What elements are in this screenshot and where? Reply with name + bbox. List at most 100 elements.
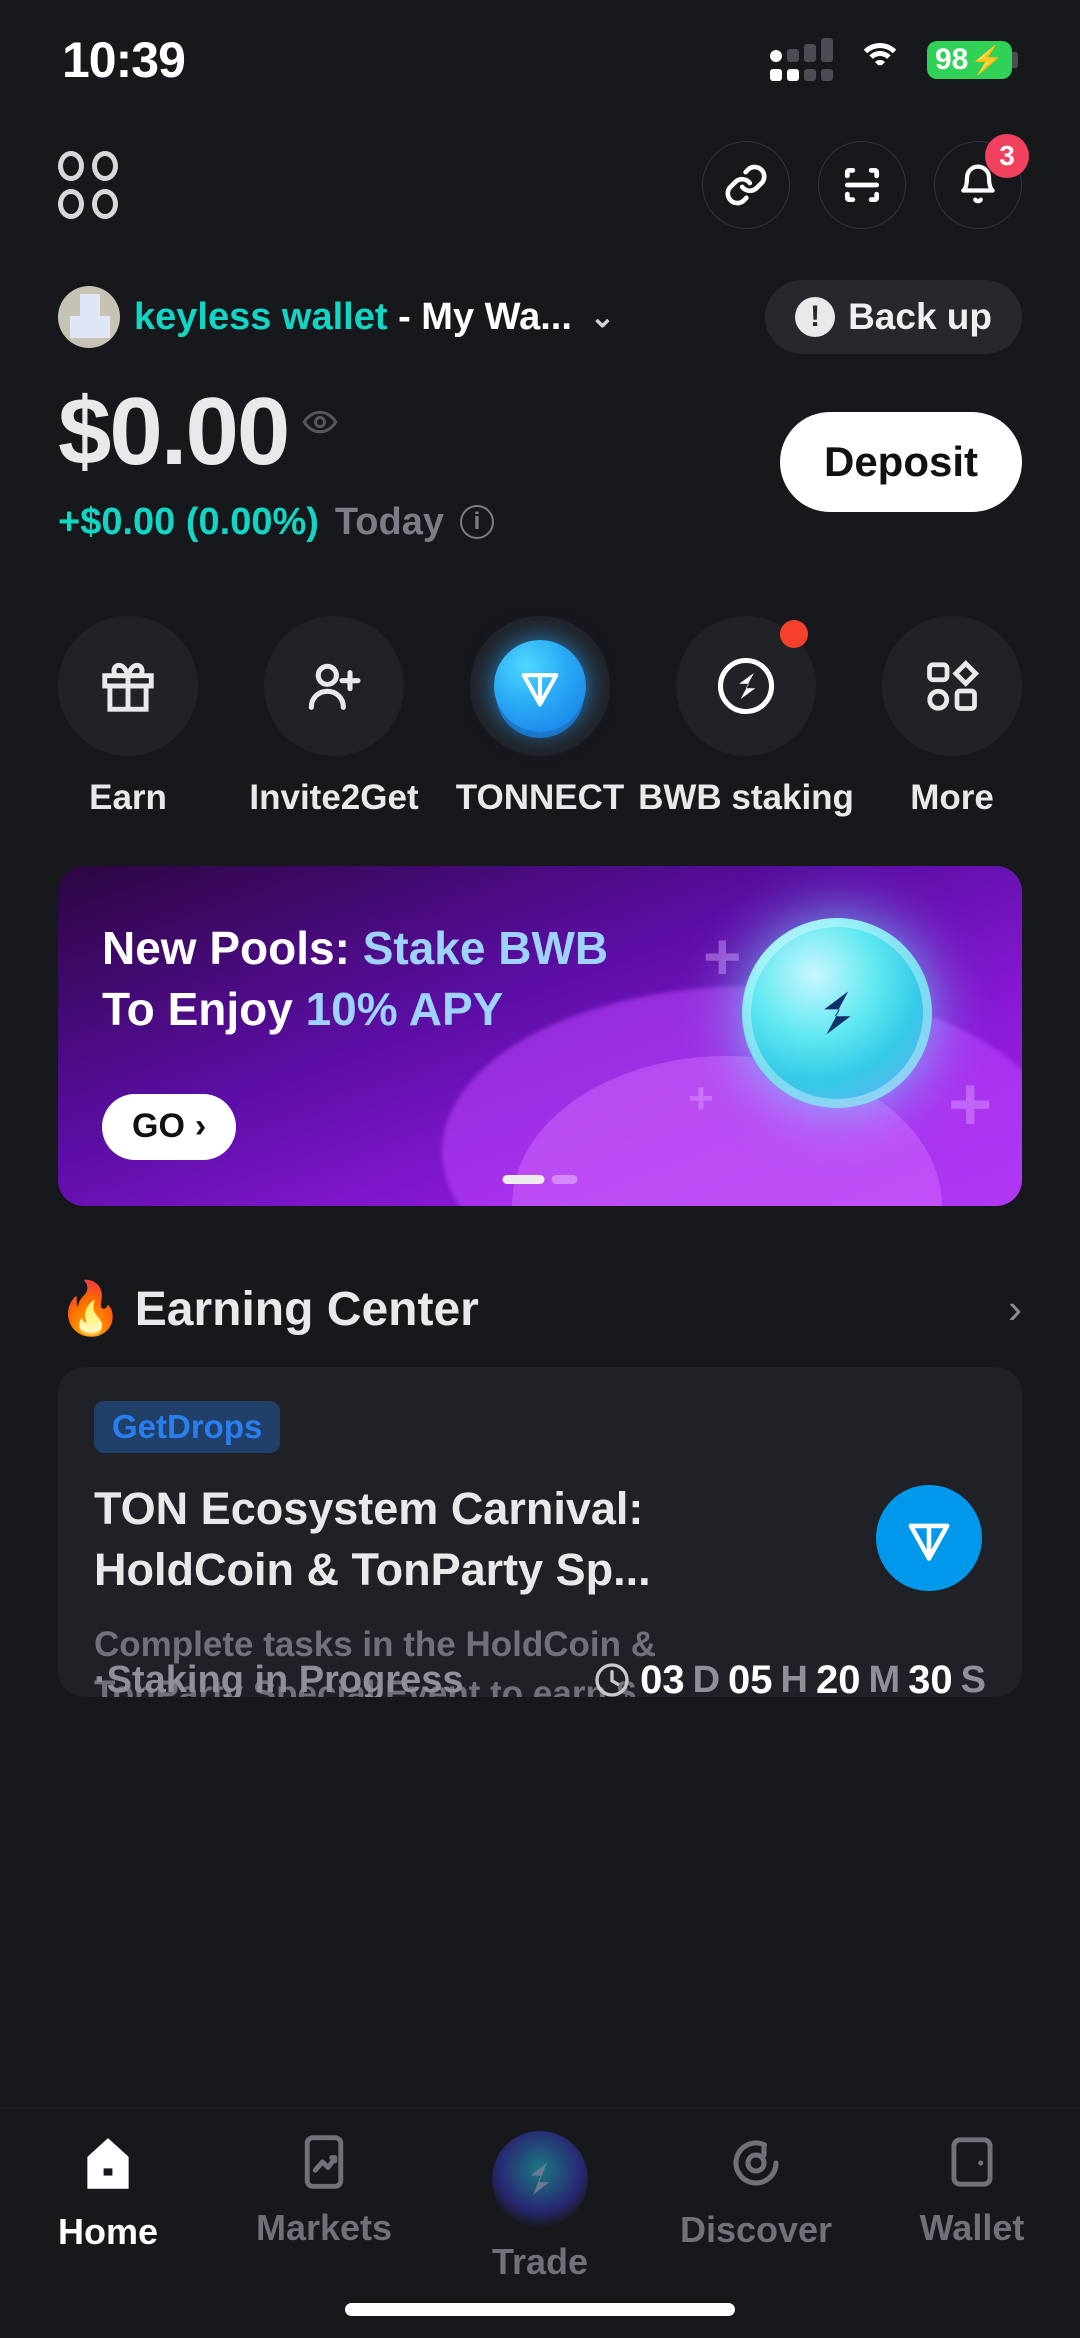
promo-line1-plain: New Pools:: [102, 921, 363, 974]
quick-action-icon-wrap: [58, 615, 198, 756]
tab-label: Trade: [491, 2241, 589, 2282]
countdown-seconds-unit: S: [960, 1658, 986, 1697]
tab-discover[interactable]: Discover: [648, 2131, 864, 2251]
tab-label: Markets: [255, 2207, 393, 2248]
countdown-hours-unit: H: [780, 1658, 808, 1697]
balance-change-row: +$0.00 (0.00%) Today i: [58, 501, 780, 544]
chevron-right-icon: ›: [194, 1107, 207, 1146]
backup-label: Back up: [848, 296, 992, 337]
info-icon[interactable]: i: [460, 505, 494, 540]
plus-decor-icon: +: [948, 1061, 993, 1147]
promo-line2-plain: To Enjoy: [102, 982, 306, 1035]
quick-action-label: Invite2Get: [249, 777, 419, 817]
earning-card[interactable]: GetDrops TON Ecosystem Carnival: HoldCoi…: [58, 1366, 1022, 1697]
quick-actions: Earn Invite2Get TONNECT BWB staking More: [0, 544, 1080, 818]
countdown-days-unit: D: [692, 1658, 721, 1697]
tab-label: Wallet: [919, 2207, 1025, 2248]
bwb-logo-icon: [717, 657, 775, 714]
chevron-down-icon[interactable]: ⌄: [590, 300, 615, 335]
wallet-avatar: [58, 286, 120, 348]
discover-compass-icon: [733, 2140, 779, 2186]
wallet-name-rest: - My Wa...: [387, 295, 572, 338]
markets-chart-icon: [304, 2135, 344, 2189]
promo-line1-highlight: Stake BWB: [362, 921, 609, 974]
promo-text: New Pools: Stake BWB To Enjoy 10% APY: [102, 918, 608, 1039]
quick-action-icon-wrap: [470, 615, 610, 756]
tab-markets[interactable]: Markets: [216, 2131, 432, 2249]
plus-decor-icon: +: [688, 1073, 714, 1123]
chevron-right-icon[interactable]: ›: [1008, 1285, 1022, 1333]
battery-icon: 98 ⚡: [927, 41, 1018, 79]
balance-main: $0.00: [58, 381, 780, 483]
bwb-coin-icon: [742, 917, 932, 1108]
balance-change: +$0.00 (0.00%): [58, 500, 319, 543]
eye-icon[interactable]: [302, 404, 338, 440]
link-button[interactable]: [702, 141, 790, 229]
promo-banner[interactable]: + + + New Pools: Stake BWB To Enjoy 10% …: [58, 865, 1022, 1206]
countdown-hours: 05: [728, 1657, 773, 1697]
quick-action-tonnect[interactable]: TONNECT: [456, 615, 624, 818]
quick-action-earn[interactable]: Earn: [58, 615, 198, 818]
grid-circles-logo-icon[interactable]: [58, 151, 118, 219]
promo-go-button[interactable]: GO ›: [102, 1093, 237, 1160]
wallet-name[interactable]: keyless wallet - My Wa...: [134, 296, 572, 339]
tab-trade[interactable]: Trade: [432, 2131, 648, 2283]
countdown-minutes-unit: M: [868, 1658, 901, 1697]
tab-home[interactable]: Home: [0, 2131, 216, 2253]
status-time: 10:39: [62, 32, 186, 88]
scan-button[interactable]: [818, 141, 906, 229]
notifications-button[interactable]: 3: [934, 134, 1029, 229]
quick-action-icon-wrap: [264, 615, 404, 756]
signal-icon: [770, 37, 833, 81]
promo-line2-highlight: 10% APY: [305, 982, 504, 1035]
countdown-days: 03: [640, 1657, 685, 1697]
quick-action-icon-wrap: [882, 615, 1022, 756]
scan-icon: [844, 167, 880, 203]
status-badge: GetDrops: [94, 1400, 281, 1453]
plus-decor-icon: +: [703, 918, 742, 993]
header-actions: 3: [702, 134, 1029, 229]
countdown-minutes: 20: [815, 1657, 861, 1697]
promo-go-label: GO: [132, 1107, 185, 1146]
quick-action-invite2get[interactable]: Invite2Get: [249, 615, 419, 818]
wallet-name-highlight: keyless wallet: [134, 295, 388, 338]
ton-diamond-icon: [494, 639, 586, 732]
person-add-icon: [308, 663, 361, 710]
earning-center-header[interactable]: 🔥 Earning Center ›: [0, 1206, 1080, 1337]
carousel-indicator[interactable]: [502, 1174, 578, 1184]
clock-icon: [595, 1663, 629, 1697]
wifi-icon: [857, 43, 903, 77]
promo-line-1: New Pools: Stake BWB: [102, 918, 608, 979]
badge-dot: [780, 619, 808, 648]
home-indicator: [345, 2303, 735, 2316]
tab-label: Discover: [679, 2209, 833, 2250]
staking-status: ·Staking in Progress: [94, 1658, 464, 1697]
promo-line-2: To Enjoy 10% APY: [102, 979, 608, 1040]
ton-logo-icon: [876, 1484, 982, 1591]
tab-label: Home: [57, 2211, 159, 2252]
notification-badge: 3: [985, 134, 1029, 178]
bottom-tab-bar: Home Markets Trade Discover Wallet: [0, 2108, 1080, 2338]
quick-action-more[interactable]: More: [882, 615, 1022, 818]
quick-action-label: More: [910, 777, 994, 817]
quick-action-bwb-staking[interactable]: BWB staking: [638, 615, 854, 818]
balance-section: $0.00 +$0.00 (0.00%) Today i Deposit: [0, 354, 1080, 544]
app-header: 3: [0, 120, 1080, 250]
fire-icon: 🔥: [58, 1280, 123, 1339]
countdown-seconds: 30: [908, 1657, 953, 1697]
wallet-icon: [951, 2137, 993, 2187]
battery-percent: 98: [935, 43, 969, 76]
warning-icon: !: [795, 297, 836, 337]
deposit-button[interactable]: Deposit: [779, 412, 1022, 512]
earning-card-footer: ·Staking in Progress 03 D 05 H 20 M 30 S: [94, 1658, 986, 1697]
quick-action-label: TONNECT: [455, 777, 625, 817]
balance-period: Today: [334, 500, 444, 543]
tab-wallet[interactable]: Wallet: [864, 2131, 1080, 2249]
earning-card-title: TON Ecosystem Carnival: HoldCoin & TonPa…: [94, 1482, 651, 1595]
backup-button[interactable]: ! Back up: [765, 280, 1022, 354]
status-bar: 10:39 98 ⚡: [0, 0, 1080, 120]
quick-action-label: Earn: [89, 777, 167, 817]
quick-action-label: BWB staking: [638, 777, 854, 817]
status-indicators: 98 ⚡: [770, 37, 1018, 81]
link-icon: [725, 164, 767, 206]
